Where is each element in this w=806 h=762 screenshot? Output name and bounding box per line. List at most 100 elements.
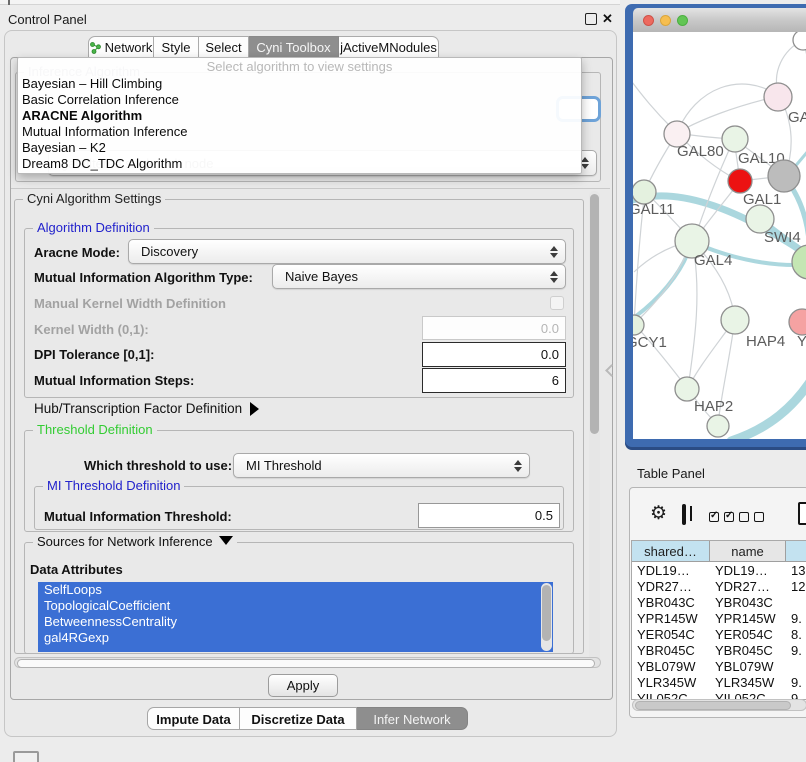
apply-button[interactable]: Apply bbox=[268, 674, 338, 697]
attributes-list-scrollbar[interactable] bbox=[541, 583, 552, 651]
minimize-window-icon[interactable] bbox=[660, 15, 671, 26]
kernel-width-field[interactable]: 0.0 bbox=[422, 316, 566, 340]
manual-kernel-width-checkbox[interactable] bbox=[550, 296, 564, 310]
table-panel-title: Table Panel bbox=[637, 466, 705, 481]
dropdown-option[interactable]: Bayesian – Hill Climbing bbox=[18, 76, 581, 92]
aracne-mode-label: Aracne Mode: bbox=[34, 245, 120, 261]
table-cell[interactable]: YBR045C bbox=[632, 643, 710, 659]
table-cell[interactable]: 9. bbox=[786, 611, 806, 627]
attribute-list-item[interactable]: SelfLoops bbox=[38, 582, 553, 598]
table-cell[interactable]: YLR345W bbox=[710, 675, 786, 691]
dropdown-option[interactable]: Bayesian – K2 bbox=[18, 140, 581, 156]
zoom-window-icon[interactable] bbox=[677, 15, 688, 26]
select-all-columns-icon[interactable] bbox=[709, 509, 739, 527]
tab-jactivemnodules[interactable]: jActiveMNodules bbox=[339, 36, 439, 58]
network-node[interactable] bbox=[707, 415, 729, 437]
tab-network[interactable]: Network bbox=[88, 36, 154, 58]
network-node-label: GAL4 bbox=[694, 252, 732, 269]
spinner-arrows-icon bbox=[514, 460, 522, 472]
tab-label: Cyni Toolbox bbox=[256, 40, 330, 55]
mi-threshold-field[interactable]: 0.5 bbox=[418, 503, 560, 528]
table-cell[interactable]: YDL19… bbox=[710, 563, 786, 579]
close-panel-icon[interactable]: ✕ bbox=[602, 13, 613, 25]
mi-threshold-definition-title: MI Threshold Definition bbox=[43, 478, 184, 494]
tab-discretize-data[interactable]: Discretize Data bbox=[240, 707, 357, 730]
table-cell[interactable]: YDR27… bbox=[632, 579, 710, 595]
table-cell[interactable]: 9. bbox=[786, 643, 806, 659]
tab-infer-network[interactable]: Infer Network bbox=[357, 707, 468, 730]
new-table-icon[interactable] bbox=[798, 502, 806, 525]
network-window-titlebar[interactable] bbox=[633, 8, 806, 33]
table-cell[interactable] bbox=[786, 595, 806, 611]
table-panel: ⚙ shared…nameYDL19…YDL19…13YDR27…YDR27…1… bbox=[629, 487, 806, 718]
table-cell[interactable]: YBR043C bbox=[632, 595, 710, 611]
cyni-algorithm-settings-title: Cyni Algorithm Settings bbox=[23, 191, 165, 207]
table-cell[interactable]: YDL19… bbox=[632, 563, 710, 579]
table-horizontal-scrollbar[interactable] bbox=[632, 699, 806, 711]
attribute-list-item[interactable] bbox=[38, 646, 553, 652]
network-node-hap4[interactable] bbox=[721, 306, 749, 334]
which-threshold-value: MI Threshold bbox=[246, 458, 322, 473]
sources-group-title[interactable]: Sources for Network Inference bbox=[33, 534, 237, 550]
dropdown-option[interactable]: Dream8 DC_TDC Algorithm bbox=[18, 156, 581, 172]
hub-definition-toggle[interactable]: Hub/Transcription Factor Definition bbox=[34, 401, 259, 417]
spinner-arrows-icon bbox=[581, 157, 589, 169]
content-separator bbox=[11, 188, 610, 189]
dpi-tolerance-field[interactable]: 0.0 bbox=[422, 342, 566, 367]
table-cell[interactable]: YBL079W bbox=[632, 659, 710, 675]
table-cell[interactable] bbox=[786, 659, 806, 675]
close-window-icon[interactable] bbox=[643, 15, 654, 26]
attribute-list-item[interactable]: gal4RGexp bbox=[38, 630, 553, 646]
mi-steps-field[interactable]: 6 bbox=[422, 368, 566, 393]
network-node-gal[interactable] bbox=[764, 83, 792, 111]
aracne-mode-combobox[interactable]: Discovery bbox=[128, 239, 566, 264]
table-cell[interactable]: YBR045C bbox=[710, 643, 786, 659]
network-canvas[interactable]: GALGAL80GAL10GAL1GAL11SWI4GAL4GCY1HAP4YH… bbox=[633, 32, 806, 439]
column-header-name[interactable]: name bbox=[710, 541, 786, 562]
table-cell[interactable]: 8. bbox=[786, 627, 806, 643]
network-node-label: GAL80 bbox=[677, 143, 724, 160]
table-cell[interactable]: 12 bbox=[786, 579, 806, 595]
dropdown-option[interactable]: ARACNE Algorithm bbox=[18, 108, 581, 124]
minimized-window-chip[interactable] bbox=[13, 751, 39, 762]
table-cell[interactable]: 9. bbox=[786, 675, 806, 691]
table-settings-gear-icon[interactable]: ⚙ bbox=[650, 504, 667, 524]
table-cell[interactable]: YER054C bbox=[710, 627, 786, 643]
cyni-mode-tabbar: Impute DataDiscretize DataInfer Network bbox=[0, 707, 620, 731]
tab-label: Select bbox=[205, 40, 241, 55]
top-divider bbox=[0, 0, 620, 5]
tab-impute-data[interactable]: Impute Data bbox=[147, 707, 240, 730]
table-cell[interactable]: YBL079W bbox=[710, 659, 786, 675]
network-node[interactable] bbox=[768, 160, 800, 192]
tab-style[interactable]: Style bbox=[154, 36, 199, 58]
tab-select[interactable]: Select bbox=[199, 36, 249, 58]
network-node-label: GAL bbox=[788, 109, 806, 126]
table-cell[interactable]: YPR145W bbox=[632, 611, 710, 627]
attribute-list-item[interactable]: BetweennessCentrality bbox=[38, 614, 553, 630]
column-header[interactable] bbox=[786, 541, 806, 562]
which-threshold-combobox[interactable]: MI Threshold bbox=[233, 453, 530, 478]
table-cell[interactable]: YDR27… bbox=[710, 579, 786, 595]
data-attributes-list[interactable]: SelfLoopsTopologicalCoefficientBetweenne… bbox=[38, 582, 553, 652]
network-node-gal10[interactable] bbox=[722, 126, 748, 152]
table-cell[interactable]: YPR145W bbox=[710, 611, 786, 627]
deselect-all-columns-icon[interactable] bbox=[739, 509, 769, 527]
table-cell[interactable]: 13 bbox=[786, 563, 806, 579]
dropdown-option[interactable]: Basic Correlation Inference bbox=[18, 92, 581, 108]
mi-algorithm-type-combobox[interactable]: Naive Bayes bbox=[272, 264, 566, 289]
float-panel-icon[interactable] bbox=[585, 13, 597, 25]
tab-cyni-toolbox[interactable]: Cyni Toolbox bbox=[249, 36, 339, 58]
attribute-list-item[interactable]: TopologicalCoefficient bbox=[38, 598, 553, 614]
settings-horizontal-scrollbar[interactable] bbox=[14, 657, 601, 668]
network-node-label: SWI4 bbox=[764, 229, 801, 246]
node-attribute-table[interactable]: shared…nameYDL19…YDL19…13YDR27…YDR27…12Y… bbox=[631, 540, 806, 700]
show-columns-icon[interactable] bbox=[682, 504, 686, 525]
network-node-gal1[interactable] bbox=[728, 169, 752, 193]
column-header-shared[interactable]: shared… bbox=[632, 541, 710, 562]
settings-vertical-scrollbar[interactable] bbox=[589, 191, 600, 667]
dpi-tolerance-label: DPI Tolerance [0,1]: bbox=[34, 347, 154, 363]
dropdown-option[interactable]: Mutual Information Inference bbox=[18, 124, 581, 140]
table-cell[interactable]: YLR345W bbox=[632, 675, 710, 691]
table-cell[interactable]: YBR043C bbox=[710, 595, 786, 611]
table-cell[interactable]: YER054C bbox=[632, 627, 710, 643]
